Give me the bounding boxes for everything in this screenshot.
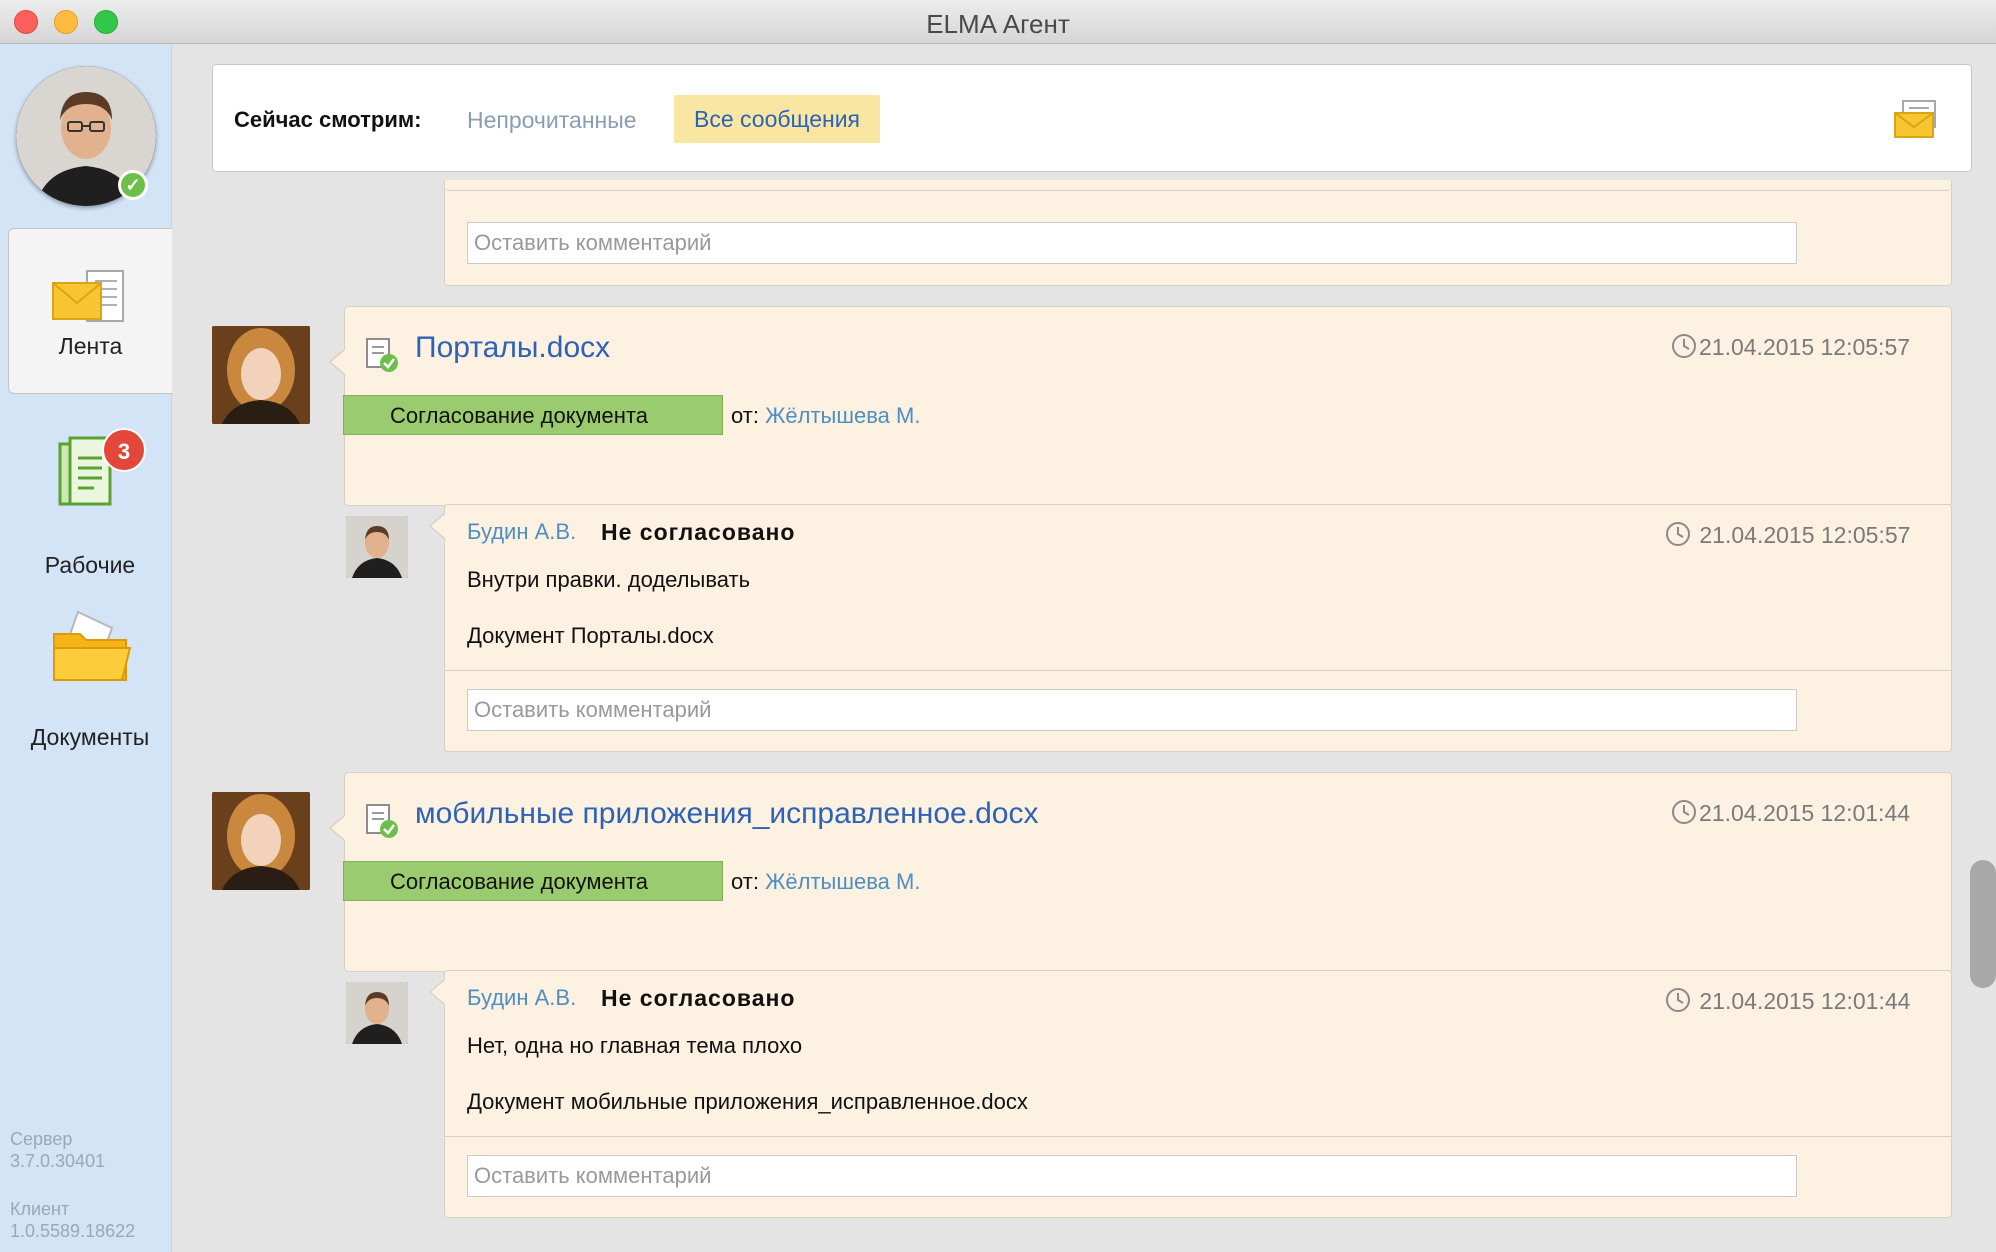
reply-pointer (429, 513, 445, 539)
comment-input[interactable] (467, 1155, 1797, 1197)
approved-document-icon (366, 338, 398, 372)
reply-author-link[interactable]: Будин А.В. (467, 985, 576, 1011)
client-label: Клиент (10, 1199, 70, 1219)
filter-all-tab[interactable]: Все сообщения (674, 95, 880, 143)
message-card: мобильные приложения_исправленное.docx 2… (329, 772, 1952, 972)
online-status-icon: ✓ (118, 170, 148, 200)
reply-status: Не согласовано (601, 985, 796, 1011)
nav-documents[interactable]: Документы (8, 594, 172, 760)
server-label: Сервер (10, 1129, 73, 1149)
filter-bar: Сейчас смотрим: Непрочитанные Все сообще… (212, 64, 1972, 172)
card-pointer (329, 815, 345, 841)
reply-avatar[interactable] (346, 516, 408, 578)
clock-icon (1672, 334, 1696, 358)
nav-feed-label: Лента (58, 333, 123, 359)
from-field: от: Жёлтышева М. (731, 403, 920, 429)
reply-document: Документ Порталы.docx (467, 623, 714, 648)
card-divider (445, 670, 1951, 671)
reply-author-link[interactable]: Будин А.В. (467, 519, 576, 545)
envelope-icon (52, 270, 124, 322)
clock-icon (1666, 522, 1690, 546)
nav-documents-label: Документы (30, 724, 150, 750)
client-version-value: 1.0.5589.18622 (10, 1221, 136, 1241)
reply-timestamp: 21.04.2015 12:01:44 (1665, 987, 1910, 1015)
reply-document: Документ мобильные приложения_исправленн… (467, 1089, 1028, 1114)
comment-input[interactable] (467, 689, 1797, 731)
from-field: от: Жёлтышева М. (731, 869, 920, 895)
approval-type-tag: Согласование документа (343, 395, 723, 435)
reply-text: Внутри правки. доделывать (467, 567, 751, 592)
tasks-count-badge: 3 (102, 428, 146, 472)
from-name-link[interactable]: Жёлтышева М. (765, 403, 920, 428)
server-version: Сервер 3.7.0.30401 (10, 1128, 105, 1172)
clock-icon (1666, 988, 1690, 1012)
title-bar: ELMA Агент (0, 0, 1996, 44)
from-name-link[interactable]: Жёлтышева М. (765, 869, 920, 894)
reply-timestamp-value: 21.04.2015 12:05:57 (1699, 522, 1911, 548)
server-version-value: 3.7.0.30401 (10, 1151, 106, 1171)
window-title: ELMA Агент (926, 9, 1070, 39)
document-title-link[interactable]: Порталы.docx (415, 331, 610, 365)
reply-text: Нет, одна но главная тема плохо (467, 1033, 803, 1058)
comment-input[interactable] (467, 222, 1797, 264)
reply-portrait-icon (346, 982, 408, 1044)
message-timestamp-value: 21.04.2015 12:05:57 (1699, 334, 1911, 360)
document-title-link[interactable]: мобильные приложения_исправленное.docx (415, 797, 1038, 831)
approved-document-icon (366, 804, 398, 838)
client-version: Клиент 1.0.5589.18622 (10, 1198, 135, 1242)
folder-icon (53, 610, 132, 681)
nav-tasks-label: Рабочие (44, 552, 136, 578)
new-message-icon[interactable] (1893, 99, 1939, 139)
sender-avatar[interactable] (212, 326, 310, 424)
card-pointer (329, 349, 345, 375)
partial-card (444, 180, 1952, 286)
clock-icon (1672, 800, 1696, 824)
reply-pointer (429, 979, 445, 1005)
nav-feed[interactable]: Лента (8, 228, 172, 394)
sender-portrait-icon (212, 326, 310, 424)
approval-type-tag: Согласование документа (343, 861, 723, 901)
sender-portrait-icon (212, 792, 310, 890)
card-divider (445, 1136, 1951, 1137)
sender-avatar[interactable] (212, 792, 310, 890)
message-timestamp: 21.04.2015 12:05:57 (1671, 333, 1910, 361)
filter-label: Сейчас смотрим: (234, 107, 422, 132)
reply-timestamp-value: 21.04.2015 12:01:44 (1699, 988, 1911, 1014)
nav-tasks[interactable]: 3 Рабочие (8, 424, 172, 590)
message-timestamp: 21.04.2015 12:01:44 (1671, 799, 1910, 827)
reply-card: Будин А.В. Не согласовано 21.04.2015 12:… (429, 970, 1952, 1218)
sidebar: ✓ Лента 3 Рабочие Документы Сервер 3.7.0… (0, 44, 172, 1252)
reply-portrait-icon (346, 516, 408, 578)
reply-avatar[interactable] (346, 982, 408, 1044)
from-label: от: (731, 869, 759, 894)
filter-unread-tab[interactable]: Непрочитанные (467, 107, 637, 134)
reply-status: Не согласовано (601, 519, 796, 545)
reply-card: Будин А.В. Не согласовано 21.04.2015 12:… (429, 504, 1952, 752)
reply-timestamp: 21.04.2015 12:05:57 (1665, 521, 1910, 549)
message-timestamp-value: 21.04.2015 12:01:44 (1699, 800, 1911, 826)
feed-scrollbar[interactable] (1970, 860, 1996, 988)
message-card: Порталы.docx 21.04.2015 12:05:57 Согласо… (329, 306, 1952, 506)
from-label: от: (731, 403, 759, 428)
card-divider (445, 180, 1951, 191)
